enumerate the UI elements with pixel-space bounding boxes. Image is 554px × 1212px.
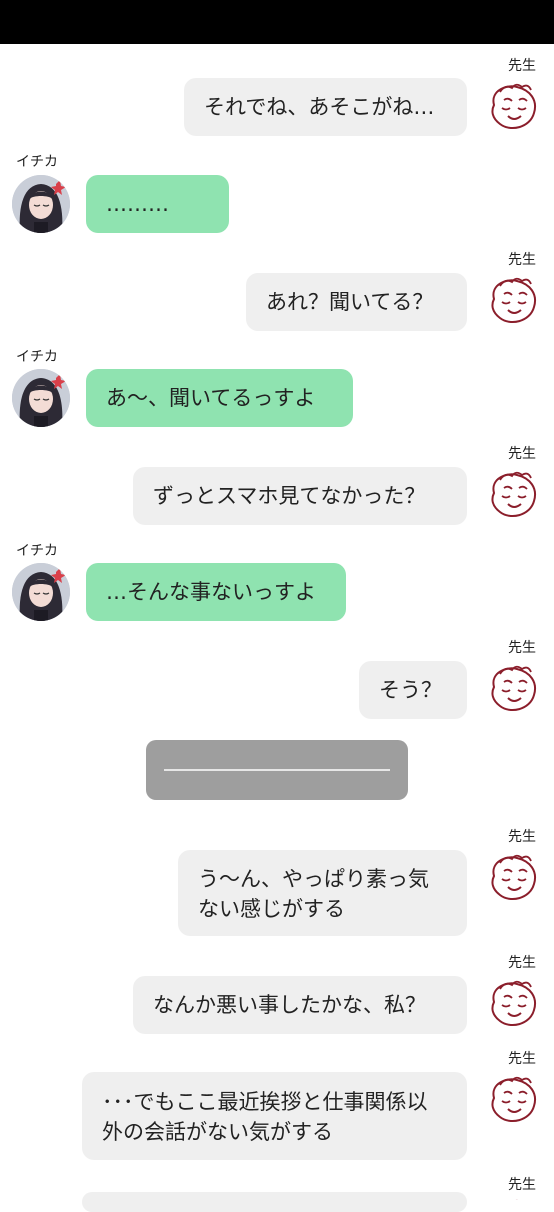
sender-name-ichika: イチカ <box>16 154 58 170</box>
smiley-doodle-icon <box>515 1199 519 1200</box>
message-bubble-sensei: そう？ <box>359 661 467 719</box>
sensei-avatar-partial[interactable] <box>484 1194 542 1200</box>
character-portrait-icon <box>12 563 70 621</box>
sender-name-sensei: 先生 <box>508 252 536 268</box>
sender-name-sensei: 先生 <box>508 446 536 462</box>
smiley-doodle-icon <box>491 83 536 129</box>
message-bubble-sensei: なんか悪い事したかな、私？ <box>133 976 467 1034</box>
message-bubble-sensei-partial <box>82 1192 467 1212</box>
sensei-avatar[interactable] <box>484 849 542 907</box>
message-bubble-sensei: う〜ん、やっぱり素っ気ない感じがする <box>178 850 467 936</box>
smiley-doodle-icon <box>491 854 536 900</box>
character-portrait-icon <box>12 175 70 233</box>
sensei-avatar[interactable] <box>484 660 542 718</box>
sender-name-sensei: 先生 <box>508 58 536 74</box>
status-bar <box>0 0 554 44</box>
sensei-avatar[interactable] <box>484 272 542 330</box>
message-bubble-sensei: あれ？聞いてる？ <box>246 273 467 331</box>
sensei-avatar[interactable] <box>484 975 542 1033</box>
smiley-doodle-icon <box>491 1076 536 1122</box>
message-bubble-sensei: それでね、あそこがね… <box>184 78 467 136</box>
sender-name-sensei: 先生 <box>508 1051 536 1067</box>
sender-name-ichika: イチカ <box>16 349 58 365</box>
time-skip-divider <box>146 740 408 800</box>
message-bubble-sensei: ずっとスマホ見てなかった？ <box>133 467 467 525</box>
message-bubble-sensei: ･･･でもここ最近挨拶と仕事関係以外の会話がない気がする <box>82 1072 467 1160</box>
smiley-doodle-icon <box>491 471 536 517</box>
message-bubble-ichika: …そんな事ないっすよ <box>86 563 346 621</box>
divider-line <box>164 769 390 771</box>
smiley-doodle-icon <box>491 277 536 323</box>
sender-name-sensei: 先生 <box>508 829 536 845</box>
ichika-avatar[interactable] <box>12 369 70 427</box>
sensei-avatar[interactable] <box>484 466 542 524</box>
sender-name-sensei: 先生 <box>508 955 536 971</box>
sender-name-ichika: イチカ <box>16 543 58 559</box>
sensei-avatar[interactable] <box>484 78 542 136</box>
smiley-doodle-icon <box>491 665 536 711</box>
sensei-avatar[interactable] <box>484 1071 542 1129</box>
character-portrait-icon <box>12 369 70 427</box>
message-bubble-ichika: あ〜、聞いてるっすよ <box>86 369 353 427</box>
sender-name-sensei: 先生 <box>508 640 536 656</box>
ichika-avatar[interactable] <box>12 175 70 233</box>
message-bubble-ichika: ……… <box>86 175 229 233</box>
ichika-avatar[interactable] <box>12 563 70 621</box>
smiley-doodle-icon <box>491 980 536 1026</box>
sender-name-sensei: 先生 <box>508 1177 536 1193</box>
